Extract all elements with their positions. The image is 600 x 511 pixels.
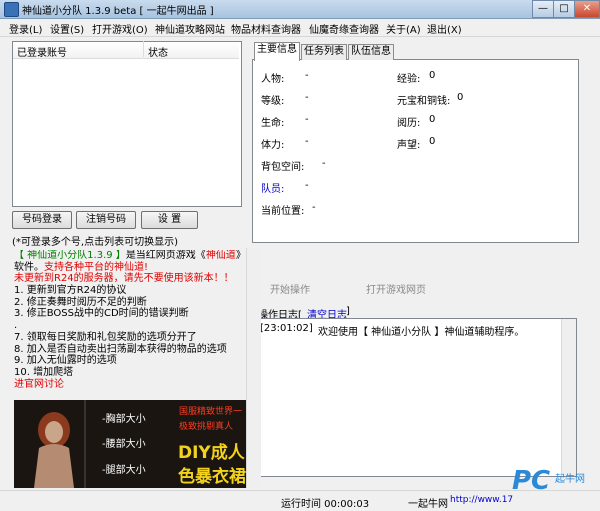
forum-link[interactable]: 进官网讨论 <box>14 379 248 391</box>
news-version: 【 神仙道小分队1.3.9 】 <box>14 250 126 261</box>
brand-url[interactable]: http://www.17 <box>450 495 513 505</box>
yuanbao-label: 元宝和铜钱: <box>397 96 451 107</box>
stamina-label: 体力: <box>261 140 285 151</box>
login-button[interactable]: 号码登录 <box>12 211 72 229</box>
exp-label: 经验: <box>397 74 421 85</box>
level-label: 等级: <box>261 96 285 107</box>
brand-text: 一起牛网 <box>408 499 448 510</box>
life-label: 生命: <box>261 118 285 129</box>
news-item: 9. 加入无仙露时的选项 <box>14 355 117 367</box>
news-item: 2. 修正奏舞时阅历不足的判断 <box>14 296 147 308</box>
menu-about[interactable]: 关于(A) <box>386 21 421 36</box>
watermark-logo: PC <box>512 466 551 496</box>
ad-banner[interactable]: -胸部大小 -腰部大小 -腿部大小 国服精致世界一 极致挑剔真人 DIY成人 色… <box>14 400 246 488</box>
fame-value: 0 <box>429 136 436 147</box>
life-value: - <box>305 114 309 125</box>
team-label[interactable]: 队员: <box>261 180 284 195</box>
ad-headline-2: 色暴衣裙 <box>178 467 246 487</box>
account-list-header: 已登录账号 状态 <box>13 41 239 59</box>
title-bar: 神仙道小分队 1.3.9 beta [ 一起牛网出品 ] — □ ✕ <box>0 0 600 19</box>
menu-settings[interactable]: 设置(S) <box>50 21 84 36</box>
menu-guide-site[interactable]: 神仙道攻略网站 <box>155 21 225 36</box>
exp-value: 0 <box>429 70 436 81</box>
news-line-1: 【 神仙道小分队1.3.9 】是当红网页游戏《神仙道》的 <box>14 250 248 262</box>
news-item: 8. 加入是否自动卖出扫荡副本获得的物品的选项 <box>14 343 227 355</box>
log-entry-time: [23:01:02] <box>260 323 313 334</box>
news-scrollbar[interactable] <box>246 248 261 488</box>
column-status[interactable]: 状态 <box>148 44 168 59</box>
watermark-text: 起牛网 <box>555 474 585 485</box>
team-value: - <box>305 180 309 191</box>
ad-option-legs: -腿部大小 <box>102 465 146 476</box>
news-item: 10. 增加爬塔 <box>14 366 74 378</box>
log-box[interactable]: [23:01:02] 欢迎使用【 神仙道小分队 】神仙道辅助程序。 <box>255 318 577 477</box>
bag-label: 背包空间: <box>261 162 305 173</box>
close-button[interactable]: ✕ <box>574 0 600 18</box>
news-item: . <box>14 320 18 332</box>
settings-button[interactable]: 设 置 <box>141 211 198 229</box>
news-warning: 未更新到R24的服务器，请先不要使用该新本！！ <box>14 273 234 285</box>
character-label: 人物: <box>261 74 285 85</box>
log-scrollbar[interactable] <box>561 319 576 476</box>
news-line-2: 软件。支持各种平台的神仙道! <box>14 262 248 274</box>
app-icon <box>4 2 19 17</box>
window-title: 神仙道小分队 1.3.9 beta [ 一起牛网出品 ] <box>22 6 214 17</box>
tab-team-info[interactable]: 队伍信息 <box>348 44 394 60</box>
menu-item-lookup[interactable]: 物品材料查询器 <box>231 21 301 36</box>
news-platform: 支持各种平台的神仙道! <box>44 261 149 273</box>
ad-option-chest: -胸部大小 <box>102 414 146 425</box>
location-label: 当前位置: <box>261 206 305 217</box>
menu-bar: 登录(L) 设置(S) 打开游戏(O) 神仙道攻略网站 物品材料查询器 仙魔奇缘… <box>0 19 600 37</box>
column-account[interactable]: 已登录账号 <box>17 44 67 59</box>
news-item: 1. 更新到官方R24的协议 <box>14 285 127 297</box>
log-entry-text: 欢迎使用【 神仙道小分队 】神仙道辅助程序。 <box>318 327 525 338</box>
account-list[interactable] <box>12 41 242 207</box>
menu-open-game[interactable]: 打开游戏(O) <box>92 21 148 36</box>
fame-label: 声望: <box>397 140 421 151</box>
news-software: 软件。 <box>14 261 44 273</box>
news-item: 7. 领取每日奖励和礼包奖励的选项分开了 <box>14 331 197 343</box>
menu-xianmo-lookup[interactable]: 仙魔奇缘查询器 <box>309 21 379 36</box>
bag-value: - <box>322 158 326 169</box>
ad-tagline-1: 国服精致世界一 <box>179 407 243 417</box>
log-bracket-close: ] <box>346 306 350 317</box>
tab-task-list[interactable]: 任务列表 <box>301 44 347 60</box>
logout-button[interactable]: 注销号码 <box>76 211 136 229</box>
yuanbao-value: 0 <box>457 92 464 103</box>
news-item: 3. 修正BOSS战中的CD时间的错误判断 <box>14 308 189 320</box>
ad-option-waist: -腰部大小 <box>102 439 146 450</box>
ad-headline-1: DIY成人 <box>178 443 245 463</box>
level-value: - <box>305 92 309 103</box>
column-divider <box>143 41 144 57</box>
menu-login[interactable]: 登录(L) <box>9 21 42 36</box>
menu-exit[interactable]: 退出(X) <box>427 21 462 36</box>
character-value: - <box>305 70 309 81</box>
location-value: - <box>312 202 316 213</box>
history-value: 0 <box>429 114 436 125</box>
history-label: 阅历: <box>397 118 421 129</box>
open-game-page-button[interactable]: 打开游戏网页 <box>366 281 426 296</box>
hint-text: (*可登录多个号,点击列表可切换显示) <box>12 237 178 248</box>
stamina-value: - <box>305 136 309 147</box>
runtime-text: 运行时间 00:00:03 <box>281 499 370 510</box>
news-text: 是当红网页游戏《 <box>125 250 206 261</box>
status-bar: 运行时间 00:00:03 一起牛网 http://www.17 <box>0 490 600 511</box>
news-game-name: 神仙道 <box>205 250 236 261</box>
news-panel: 【 神仙道小分队1.3.9 】是当红网页游戏《神仙道》的 软件。支持各种平台的神… <box>14 250 248 396</box>
start-operation-button[interactable]: 开始操作 <box>270 281 310 296</box>
maximize-button[interactable]: □ <box>553 0 575 18</box>
tab-main-info[interactable]: 主要信息 <box>254 42 300 61</box>
minimize-button[interactable]: — <box>532 0 554 18</box>
ad-tagline-2: 极致挑剔真人 <box>179 422 234 432</box>
